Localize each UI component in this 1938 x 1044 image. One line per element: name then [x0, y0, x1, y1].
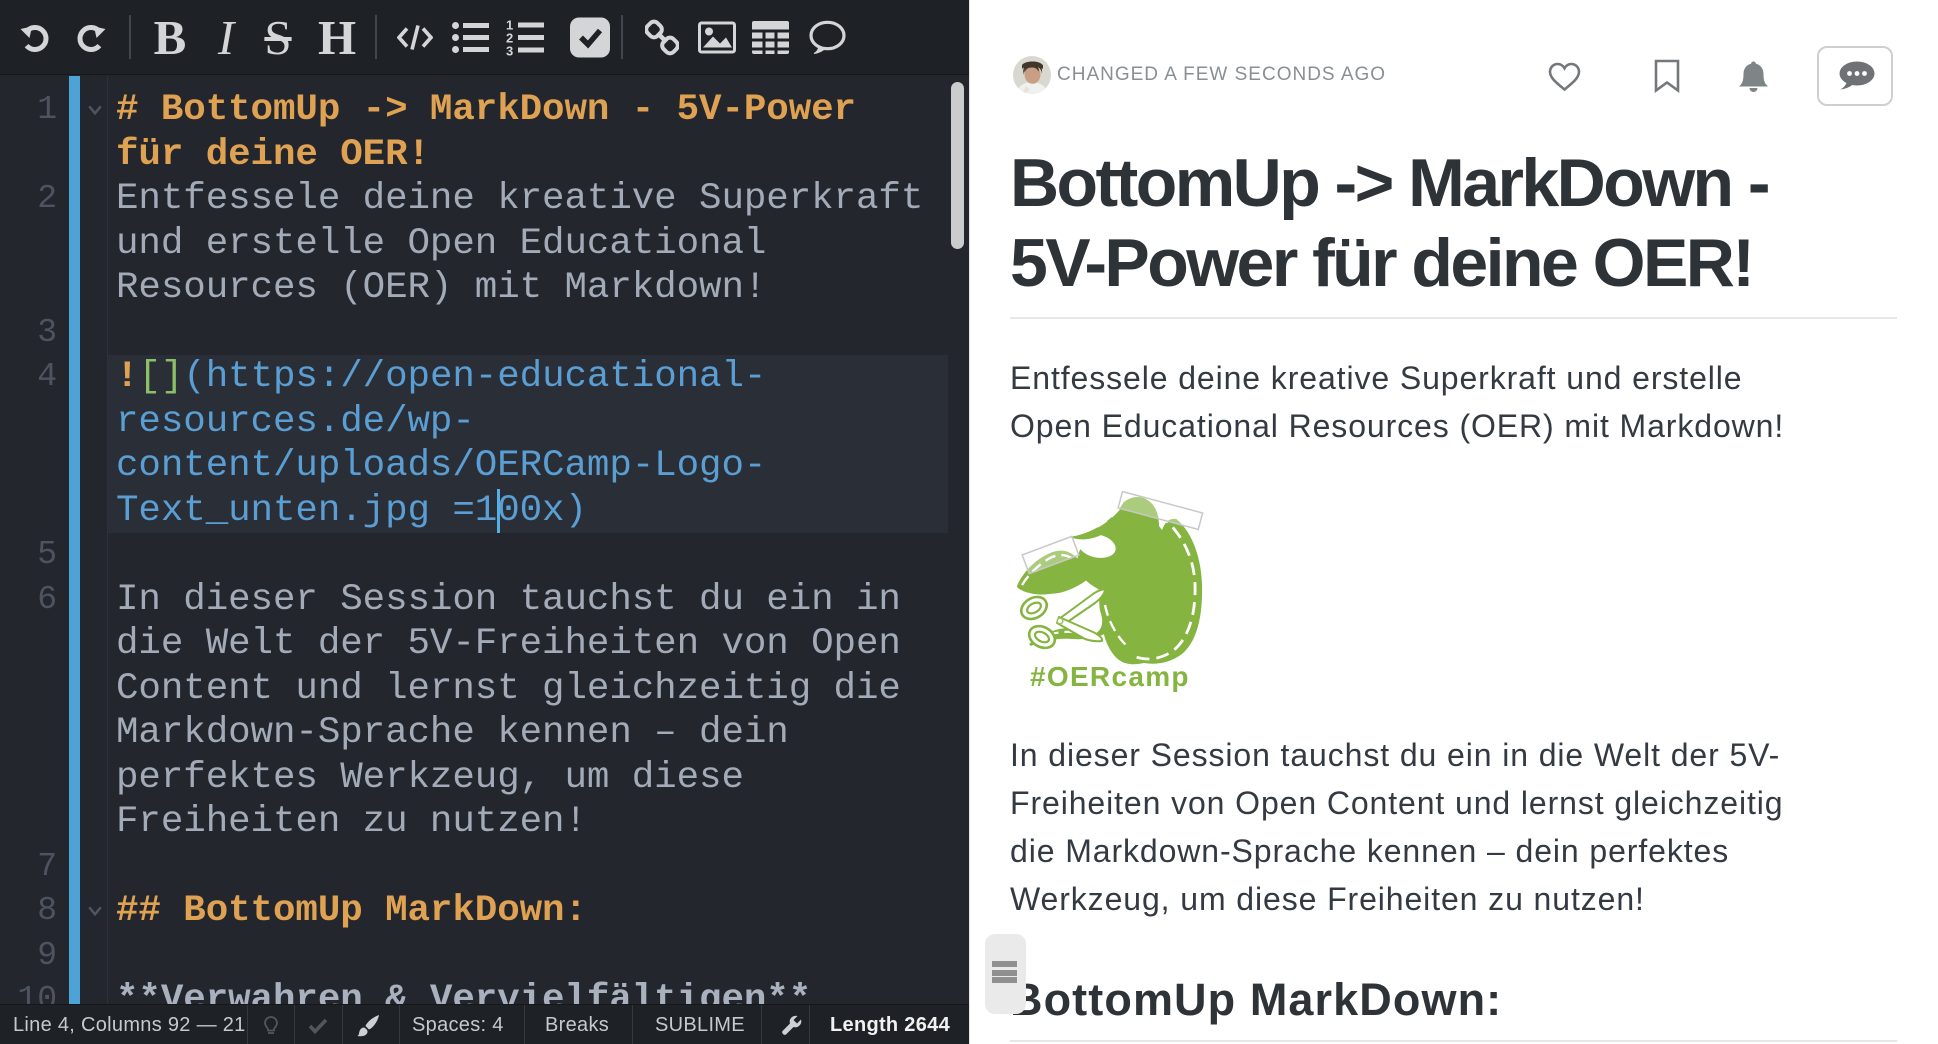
- svg-text:3: 3: [506, 44, 513, 59]
